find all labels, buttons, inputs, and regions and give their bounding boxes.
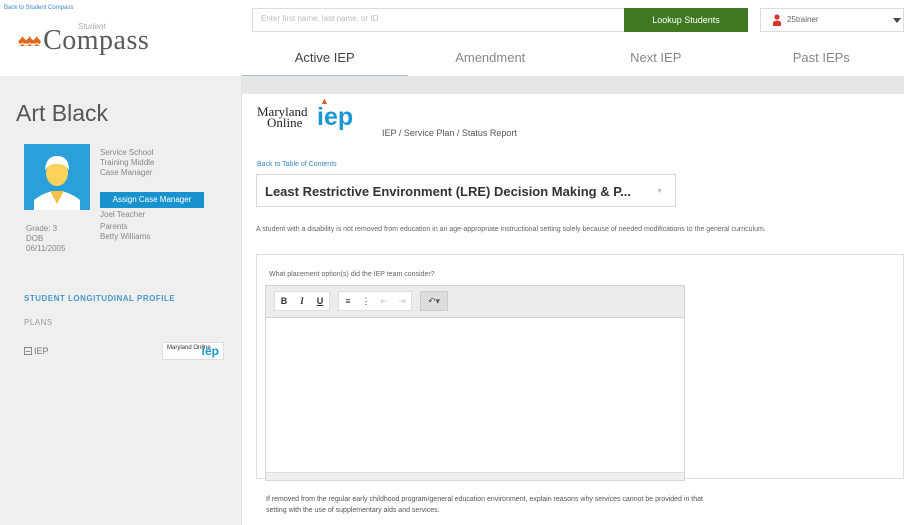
underline-button[interactable]: U <box>311 292 329 310</box>
format-group: B I U <box>274 291 330 311</box>
back-to-student-compass-link[interactable]: Back to Student Compass <box>4 5 73 11</box>
user-name: 25trainer <box>787 15 819 24</box>
case-manager-info: Joel Teacher Parents Betty Williams <box>100 210 150 242</box>
student-search-input[interactable]: Enter first name, last name, or ID <box>252 8 626 32</box>
removal-reason-question: If removed from the regular early childh… <box>266 496 703 514</box>
section-select-value: Least Restrictive Environment (LRE) Deci… <box>265 184 632 199</box>
student-avatar-icon <box>24 144 90 210</box>
lookup-students-button[interactable]: Lookup Students <box>624 8 748 32</box>
back-to-table-of-contents-link[interactable]: Back to Table of Contents <box>257 161 337 168</box>
undo-icon: ↶▾ <box>427 295 441 306</box>
assign-case-manager-button[interactable]: Assign Case Manager <box>100 192 204 208</box>
service-school-label: Service School <box>100 148 154 157</box>
logo-iep-text: iep <box>317 103 354 131</box>
service-school-value: Training Middle <box>100 158 155 167</box>
parents-value: Betty Williams <box>100 232 151 241</box>
person-icon <box>773 14 781 26</box>
numbered-list-icon[interactable]: ≡ <box>339 292 357 310</box>
tab-amendment[interactable]: Amendment <box>408 40 574 78</box>
maryland-online-iep-mini-logo[interactable]: Maryland Online iep <box>162 342 224 360</box>
main-content: Maryland Online ▲ iep IEP / Service Plan… <box>242 76 904 525</box>
editor-text-area[interactable] <box>266 318 684 468</box>
plans-heading: PLANS <box>24 318 53 327</box>
student-compass-logo[interactable]: ♠♠♠ Compass Student <box>18 18 149 64</box>
italic-button[interactable]: I <box>293 292 311 310</box>
chevron-down-icon <box>893 18 901 23</box>
grade: Grade: 3 <box>26 224 58 233</box>
case-manager-value: Joel Teacher <box>100 210 146 219</box>
bullet-list-icon[interactable]: ⋮ <box>357 292 375 310</box>
dob-label: DOB <box>26 234 44 243</box>
placement-options-question: What placement option(s) did the IEP tea… <box>269 271 435 278</box>
avatar <box>24 144 90 210</box>
maryland-online-iep-logo: Maryland Online ▲ iep <box>257 96 353 130</box>
student-demographics: Grade: 3 DOB 06/11/2005 <box>26 224 65 254</box>
editor-toolbar: B I U ≡ ⋮ ⇤ ⇥ ↶▾ <box>266 286 684 318</box>
people-logo-icon: ♠♠♠ <box>18 31 41 50</box>
case-manager-label: Case Manager <box>100 168 153 177</box>
student-name: Art Black <box>16 100 109 126</box>
student-longitudinal-profile-link[interactable]: STUDENT LONGITUDINAL PROFILE <box>24 294 175 303</box>
document-title: IEP / Service Plan / Status Report <box>382 128 517 138</box>
dob-value: 06/11/2005 <box>26 244 66 253</box>
tab-next-iep[interactable]: Next IEP <box>573 40 739 78</box>
section-select[interactable]: Least Restrictive Environment (LRE) Deci… <box>256 174 676 207</box>
user-menu[interactable]: 25trainer <box>760 8 904 32</box>
editor-status-bar <box>266 472 684 480</box>
bold-button[interactable]: B <box>275 292 293 310</box>
indent-icon[interactable]: ⇥ <box>393 292 411 310</box>
top-bar: Back to Student Compass ♠♠♠ Compass Stud… <box>0 0 904 78</box>
mini-logo-iep: iep <box>201 344 219 358</box>
iep-section-card: Maryland Online ▲ iep IEP / Service Plan… <box>242 94 904 525</box>
lre-statement: A student with a disability is not remov… <box>256 226 766 233</box>
placement-options-editor[interactable]: B I U ≡ ⋮ ⇤ ⇥ ↶▾ <box>265 285 685 481</box>
list-group: ≡ ⋮ ⇤ ⇥ <box>338 291 412 311</box>
iep-plan-item[interactable]: IEP <box>24 346 49 356</box>
iep-tabs: Active IEP Amendment Next IEP Past IEPs <box>242 40 904 78</box>
tab-past-ieps[interactable]: Past IEPs <box>739 40 904 78</box>
student-sidebar: Art Black Service School Training Middle… <box>0 76 242 525</box>
iep-item-label: IEP <box>34 346 49 356</box>
placement-options-box: What placement option(s) did the IEP tea… <box>256 254 904 481</box>
undo-dropdown-button[interactable]: ↶▾ <box>420 291 448 311</box>
outdent-icon[interactable]: ⇤ <box>375 292 393 310</box>
collapse-icon[interactable] <box>24 347 32 355</box>
logo-student-text: Student <box>78 22 106 31</box>
parents-label: Parents <box>100 222 128 231</box>
select-arrow-icon: ▼ <box>656 188 663 195</box>
tab-active-iep[interactable]: Active IEP <box>242 40 408 78</box>
school-info: Service School Training Middle Case Mana… <box>100 148 154 178</box>
